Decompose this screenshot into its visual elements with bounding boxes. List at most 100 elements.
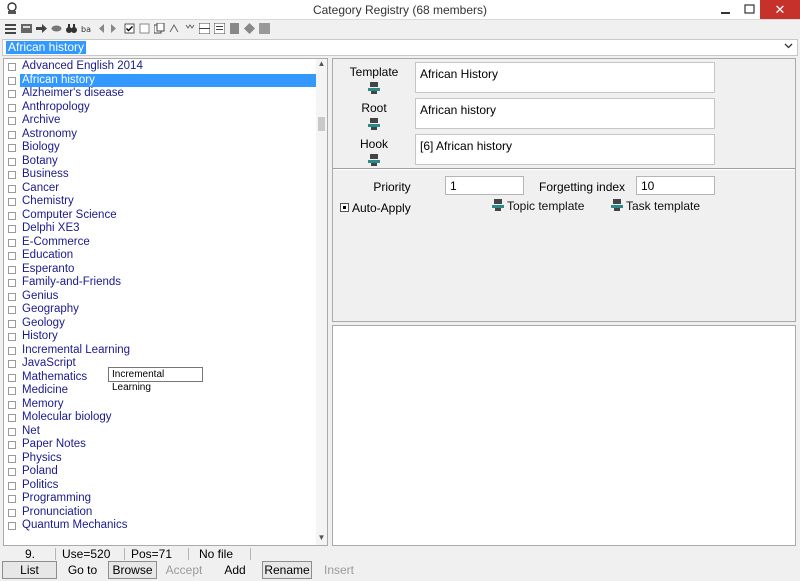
list-item-checkbox[interactable] xyxy=(8,495,16,503)
list-item-checkbox[interactable] xyxy=(8,346,16,355)
list-item-checkbox[interactable] xyxy=(8,522,16,530)
forgetting-index-input[interactable]: 10 xyxy=(636,176,715,195)
list-item-label: Geography xyxy=(22,303,79,315)
list-item-checkbox[interactable] xyxy=(8,306,16,314)
insert-button[interactable]: Insert xyxy=(315,561,363,579)
root-gear-icon[interactable] xyxy=(368,118,380,130)
list-item-checkbox[interactable] xyxy=(8,360,16,368)
list-item-checkbox[interactable] xyxy=(8,387,16,395)
binoculars-icon[interactable] xyxy=(66,23,77,34)
template-field[interactable]: African History xyxy=(415,62,715,93)
task-template-link[interactable]: Task template xyxy=(626,199,700,213)
minimize-button[interactable] xyxy=(712,0,740,19)
list-item-label: Cancer xyxy=(22,181,60,194)
task-template-gear-icon[interactable] xyxy=(611,199,623,211)
list-item-label: Net xyxy=(22,424,40,437)
list-item-checkbox[interactable] xyxy=(8,400,16,409)
list-item-checkbox[interactable] xyxy=(8,211,16,220)
list-item-checkbox[interactable] xyxy=(8,90,16,98)
list-item-checkbox[interactable] xyxy=(8,508,16,517)
list-item-checkbox[interactable] xyxy=(8,333,16,341)
list-item-checkbox[interactable] xyxy=(8,292,16,301)
split-icon[interactable] xyxy=(199,23,210,34)
accept-button[interactable]: Accept xyxy=(160,561,208,579)
auto-apply-label: Auto-Apply xyxy=(352,201,411,215)
status-number: 9. xyxy=(25,547,36,561)
list-view-icon[interactable] xyxy=(214,23,225,34)
list-scrollbar[interactable]: ▲ ▼ xyxy=(316,59,327,545)
hook-field[interactable]: [6] African history xyxy=(415,134,715,165)
find-text-icon[interactable]: ba xyxy=(81,23,92,34)
topic-template-gear-icon[interactable] xyxy=(492,199,504,211)
category-combo[interactable]: African history xyxy=(2,39,798,56)
list-item-checkbox[interactable] xyxy=(8,198,16,206)
list-item-checkbox[interactable] xyxy=(8,103,16,112)
list-item-checkbox[interactable] xyxy=(8,414,16,422)
scroll-up-icon[interactable]: ▲ xyxy=(316,59,327,71)
maximize-button[interactable] xyxy=(740,0,760,19)
list-item-checkbox[interactable] xyxy=(8,225,16,233)
scroll-down-icon[interactable]: ▼ xyxy=(316,533,327,545)
chevron-down-icon[interactable] xyxy=(784,41,793,53)
copy-icon[interactable] xyxy=(154,23,165,34)
preview-panel[interactable] xyxy=(332,325,796,546)
sort-desc-icon[interactable] xyxy=(184,23,195,34)
menu-icon[interactable] xyxy=(5,23,16,34)
list-item-checkbox[interactable] xyxy=(8,171,16,179)
sort-icon[interactable] xyxy=(169,23,180,34)
category-list[interactable]: Advanced English 2014 African history Alzh… xyxy=(4,59,316,545)
root-field[interactable]: African history xyxy=(415,98,715,129)
list-item-checkbox[interactable] xyxy=(8,130,16,139)
list-item-label: Geology xyxy=(22,316,65,329)
list-item-label: African history xyxy=(20,73,316,87)
list-item-checkbox[interactable] xyxy=(8,252,16,260)
diamond-icon[interactable] xyxy=(244,23,255,34)
list-item-checkbox[interactable] xyxy=(8,481,16,490)
back-icon[interactable] xyxy=(96,23,107,34)
list-item-checkbox[interactable] xyxy=(8,279,16,287)
checkbox-empty-icon[interactable] xyxy=(139,23,150,34)
square-icon[interactable] xyxy=(259,23,270,34)
add-button[interactable]: Add xyxy=(211,561,259,579)
close-button[interactable]: ✕ xyxy=(760,0,800,19)
auto-apply-checkbox[interactable] xyxy=(340,203,349,212)
list-item-checkbox[interactable] xyxy=(8,441,16,449)
scroll-thumb[interactable] xyxy=(318,117,325,131)
forward-icon[interactable] xyxy=(108,23,119,34)
list-item-checkbox[interactable] xyxy=(8,76,16,85)
register-icon[interactable] xyxy=(21,23,32,34)
list-item-checkbox[interactable] xyxy=(8,144,16,152)
list-item-checkbox[interactable] xyxy=(8,117,16,125)
list-item-label: Business xyxy=(22,168,69,180)
capsule-icon[interactable] xyxy=(51,23,62,34)
list-item-label: Astronomy xyxy=(22,127,77,140)
rename-button[interactable]: Rename xyxy=(262,561,312,579)
list-item-checkbox[interactable] xyxy=(8,238,16,247)
list-item-label: Advanced English 2014 xyxy=(22,60,143,72)
browse-button[interactable]: Browse xyxy=(108,561,157,579)
list-item-checkbox[interactable] xyxy=(8,468,16,476)
goto-button[interactable]: Go to xyxy=(60,561,105,579)
list-item-label: Education xyxy=(22,249,74,261)
list-item-checkbox[interactable] xyxy=(8,184,16,193)
checkbox-checked-icon[interactable] xyxy=(124,23,135,34)
priority-input[interactable]: 1 xyxy=(445,176,524,195)
category-combo-value: African history xyxy=(6,40,87,54)
list-item-label: Alzheimer's disease xyxy=(22,87,124,99)
list-item-checkbox[interactable] xyxy=(8,157,16,166)
status-separator xyxy=(188,548,189,560)
list-item-checkbox[interactable] xyxy=(8,454,16,463)
topic-template-link[interactable]: Topic template xyxy=(507,199,584,213)
template-gear-icon[interactable] xyxy=(368,82,380,94)
list-item-checkbox[interactable] xyxy=(8,265,16,274)
list-button[interactable]: List xyxy=(2,561,57,579)
hook-gear-icon[interactable] xyxy=(368,154,380,166)
list-item-checkbox[interactable] xyxy=(8,373,16,382)
list-item-checkbox[interactable] xyxy=(8,319,16,328)
list-item-checkbox[interactable] xyxy=(8,63,16,71)
document-icon[interactable] xyxy=(229,23,240,34)
status-bar: 9. Use=520 Pos=71 No file xyxy=(0,547,800,561)
list-item-checkbox[interactable] xyxy=(8,427,16,436)
arrow-right-icon[interactable] xyxy=(36,23,47,34)
window-title: Category Registry (68 members) xyxy=(312,3,488,17)
